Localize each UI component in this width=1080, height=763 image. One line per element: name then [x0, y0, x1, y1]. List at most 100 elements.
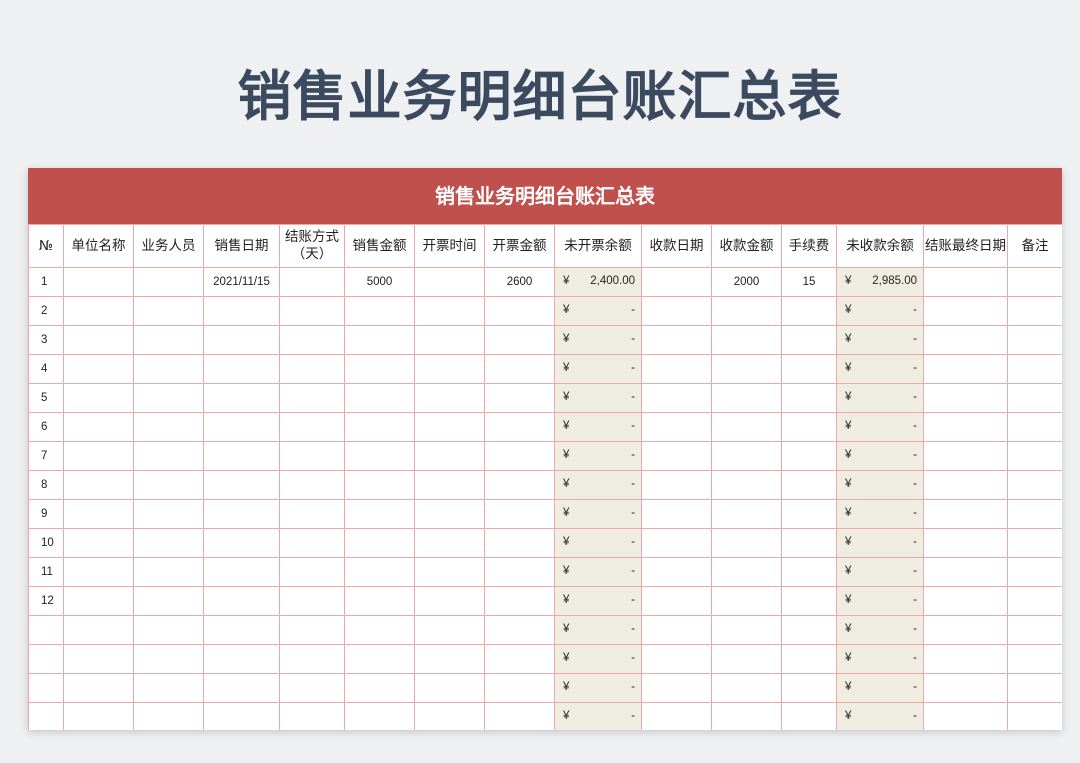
cell-no[interactable]: 12 [28, 586, 64, 616]
cell-staff[interactable] [133, 383, 204, 413]
cell-invoice-time[interactable] [414, 354, 485, 384]
cell-fee[interactable] [781, 528, 837, 558]
cell-staff[interactable] [133, 557, 204, 587]
cell-receipt-amount[interactable] [711, 528, 782, 558]
cell-receipt-date[interactable] [641, 673, 712, 703]
cell-sale-date[interactable] [203, 325, 280, 355]
column-header[interactable]: 单位名称 [63, 224, 134, 268]
cell-terms[interactable] [279, 354, 345, 384]
cell-uninvoiced[interactable]: ¥ - [554, 470, 642, 500]
cell-unreceived[interactable]: ¥ - [836, 296, 924, 326]
cell-no[interactable]: 10 [28, 528, 64, 558]
cell-receipt-date[interactable] [641, 441, 712, 471]
cell-receipt-amount[interactable] [711, 412, 782, 442]
cell-final-date[interactable] [923, 383, 1008, 413]
cell-invoice-time[interactable] [414, 644, 485, 674]
cell-receipt-amount[interactable] [711, 673, 782, 703]
cell-uninvoiced[interactable]: ¥ - [554, 615, 642, 645]
cell-uninvoiced[interactable]: ¥2,400.00 [554, 267, 642, 297]
cell-sale-amount[interactable] [344, 296, 415, 326]
cell-uninvoiced[interactable]: ¥ - [554, 354, 642, 384]
cell-sale-date[interactable] [203, 470, 280, 500]
cell-fee[interactable] [781, 383, 837, 413]
cell-no[interactable]: 2 [28, 296, 64, 326]
cell-receipt-amount[interactable] [711, 296, 782, 326]
cell-staff[interactable] [133, 499, 204, 529]
cell-sale-amount[interactable]: 5000 [344, 267, 415, 297]
cell-fee[interactable] [781, 615, 837, 645]
cell-fee[interactable] [781, 557, 837, 587]
cell-invoice-amount[interactable] [484, 644, 555, 674]
cell-invoice-time[interactable] [414, 412, 485, 442]
cell-fee[interactable] [781, 499, 837, 529]
cell-note[interactable] [1007, 586, 1062, 616]
cell-sale-date[interactable] [203, 412, 280, 442]
cell-note[interactable] [1007, 296, 1062, 326]
cell-sale-date[interactable] [203, 702, 280, 730]
cell-receipt-date[interactable] [641, 586, 712, 616]
cell-unit[interactable] [63, 470, 134, 500]
cell-final-date[interactable] [923, 499, 1008, 529]
cell-receipt-amount[interactable] [711, 615, 782, 645]
cell-invoice-amount[interactable] [484, 325, 555, 355]
cell-no[interactable] [28, 615, 64, 645]
cell-note[interactable] [1007, 383, 1062, 413]
cell-receipt-amount[interactable] [711, 383, 782, 413]
cell-sale-date[interactable] [203, 441, 280, 471]
cell-receipt-amount[interactable] [711, 586, 782, 616]
cell-unreceived[interactable]: ¥ - [836, 383, 924, 413]
cell-fee[interactable]: 15 [781, 267, 837, 297]
cell-receipt-date[interactable] [641, 528, 712, 558]
cell-fee[interactable] [781, 412, 837, 442]
cell-staff[interactable] [133, 325, 204, 355]
column-header[interactable]: 开票金额 [484, 224, 555, 268]
cell-staff[interactable] [133, 615, 204, 645]
cell-sale-date[interactable] [203, 673, 280, 703]
cell-terms[interactable] [279, 528, 345, 558]
cell-receipt-date[interactable] [641, 702, 712, 730]
cell-invoice-time[interactable] [414, 383, 485, 413]
cell-final-date[interactable] [923, 557, 1008, 587]
cell-unit[interactable] [63, 383, 134, 413]
cell-sale-date[interactable] [203, 586, 280, 616]
cell-uninvoiced[interactable]: ¥ - [554, 499, 642, 529]
cell-fee[interactable] [781, 702, 837, 730]
cell-final-date[interactable] [923, 586, 1008, 616]
column-header[interactable]: 开票时间 [414, 224, 485, 268]
cell-unreceived[interactable]: ¥ - [836, 673, 924, 703]
cell-terms[interactable] [279, 412, 345, 442]
cell-note[interactable] [1007, 528, 1062, 558]
cell-receipt-date[interactable] [641, 412, 712, 442]
cell-final-date[interactable] [923, 470, 1008, 500]
cell-receipt-date[interactable] [641, 470, 712, 500]
column-header[interactable]: 未开票余额 [554, 224, 642, 268]
cell-terms[interactable] [279, 615, 345, 645]
cell-fee[interactable] [781, 441, 837, 471]
cell-no[interactable]: 4 [28, 354, 64, 384]
cell-fee[interactable] [781, 673, 837, 703]
cell-sale-amount[interactable] [344, 586, 415, 616]
cell-receipt-date[interactable] [641, 296, 712, 326]
column-header[interactable]: 收款日期 [641, 224, 712, 268]
cell-unreceived[interactable]: ¥ - [836, 441, 924, 471]
cell-final-date[interactable] [923, 673, 1008, 703]
cell-receipt-date[interactable] [641, 557, 712, 587]
cell-unit[interactable] [63, 615, 134, 645]
cell-staff[interactable] [133, 296, 204, 326]
cell-uninvoiced[interactable]: ¥ - [554, 673, 642, 703]
column-header[interactable]: 备注 [1007, 224, 1062, 268]
cell-staff[interactable] [133, 470, 204, 500]
cell-staff[interactable] [133, 267, 204, 297]
cell-receipt-date[interactable] [641, 383, 712, 413]
cell-unreceived[interactable]: ¥ - [836, 702, 924, 730]
cell-invoice-time[interactable] [414, 470, 485, 500]
cell-uninvoiced[interactable]: ¥ - [554, 644, 642, 674]
cell-fee[interactable] [781, 470, 837, 500]
cell-sale-amount[interactable] [344, 441, 415, 471]
cell-unreceived[interactable]: ¥ - [836, 615, 924, 645]
cell-staff[interactable] [133, 644, 204, 674]
cell-unreceived[interactable]: ¥ - [836, 412, 924, 442]
cell-uninvoiced[interactable]: ¥ - [554, 296, 642, 326]
cell-terms[interactable] [279, 499, 345, 529]
cell-invoice-time[interactable] [414, 557, 485, 587]
